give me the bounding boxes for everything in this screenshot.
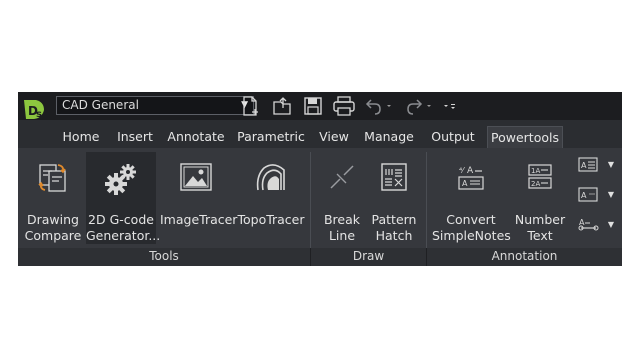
gcode-generator-label: 2D G-code Generator... (86, 212, 161, 244)
convert-simplenotes-line2: SimpleNotes (432, 228, 511, 243)
svg-text:A: A (581, 191, 587, 200)
svg-text:2A: 2A (531, 180, 540, 188)
pattern-hatch-line2: Hatch (375, 228, 413, 243)
convert-simplenotes-line1: Convert (446, 212, 496, 227)
cad-application: D s CAD General ▼ Home Insert Annotate P… (18, 92, 622, 266)
leader-button[interactable]: A ▼ (578, 216, 614, 236)
tab-view[interactable]: View (314, 126, 354, 148)
text-field-icon: A (578, 187, 598, 202)
svg-text:⁴⁄: ⁴⁄ (459, 166, 465, 175)
gcode-generator-button[interactable]: 2D G-code Generator... (86, 152, 161, 244)
topo-tracer-line1: TopoTracer (237, 212, 305, 227)
tab-insert[interactable]: Insert (112, 126, 158, 148)
svg-text:A: A (462, 179, 468, 188)
ribbon-tabs: Home Insert Annotate Parametric View Man… (18, 126, 622, 148)
footer-divider (426, 248, 427, 266)
convert-simplenotes-label: Convert SimpleNotes (432, 212, 511, 244)
text-align-button[interactable]: A ▼ (578, 156, 614, 176)
print-icon[interactable] (332, 96, 356, 116)
chevron-down-icon: ▼ (607, 190, 614, 199)
drawing-compare-icon (36, 162, 70, 198)
workspace-dropdown[interactable]: CAD General ▼ (56, 96, 254, 115)
group-label-annotation: Annotation (491, 249, 558, 263)
app-logo-icon[interactable]: D s (22, 96, 48, 122)
save-icon[interactable] (303, 96, 323, 116)
chevron-down-icon: ▼ (607, 160, 614, 169)
convert-notes-icon: ⁴⁄ A A (456, 162, 486, 196)
ribbon-panel: Drawing Compare 2D G-code Generator... I… (18, 148, 622, 266)
tab-parametric[interactable]: Parametric (234, 126, 308, 148)
tab-manage[interactable]: Manage (360, 126, 418, 148)
customize-toolbar-icon[interactable] (441, 96, 457, 116)
group-label-draw: Draw (352, 249, 385, 263)
open-file-icon[interactable] (272, 96, 294, 116)
gcode-generator-line1: 2D G-code (88, 212, 154, 227)
topography-icon (254, 162, 288, 198)
break-line-icon (327, 162, 357, 196)
number-text-line2: Text (527, 228, 553, 243)
number-text-label: Number Text (512, 212, 568, 244)
panel-divider (310, 152, 311, 260)
workspace-dropdown-value: CAD General (62, 98, 139, 112)
svg-text:s: s (36, 109, 42, 120)
svg-text:A: A (467, 166, 474, 176)
chevron-down-icon: ▼ (607, 220, 614, 229)
image-tracer-button[interactable]: ImageTracer (160, 152, 238, 244)
image-icon (179, 162, 213, 196)
drawing-compare-line1: Drawing (27, 212, 79, 227)
break-line-line2: Line (328, 228, 356, 243)
svg-text:1A: 1A (531, 167, 540, 175)
leader-icon: A (578, 218, 599, 231)
text-field-button[interactable]: A ▼ (578, 186, 614, 206)
undo-icon[interactable] (365, 96, 393, 116)
svg-text:A: A (579, 218, 585, 227)
pattern-hatch-button[interactable]: Pattern Hatch (368, 152, 420, 244)
new-file-icon[interactable] (242, 96, 260, 116)
tab-output[interactable]: Output (424, 126, 482, 148)
convert-simplenotes-button[interactable]: ⁴⁄ A A Convert SimpleNotes (432, 152, 511, 244)
drawing-compare-line2: Compare (24, 228, 82, 243)
drawing-compare-label: Drawing Compare (22, 212, 84, 244)
number-text-line1: Number (514, 212, 566, 227)
break-line-button[interactable]: Break Line (318, 152, 366, 244)
group-label-tools: Tools (149, 249, 179, 263)
redo-icon[interactable] (406, 96, 434, 116)
topo-tracer-button[interactable]: TopoTracer (236, 152, 306, 244)
break-line-line1: Break (323, 212, 361, 227)
tab-powertools[interactable]: Powertools (487, 126, 563, 148)
image-tracer-label: ImageTracer (160, 212, 238, 228)
quick-access-toolbar: D s CAD General ▼ (18, 92, 622, 120)
topo-tracer-label: TopoTracer (236, 212, 306, 228)
text-align-icon: A (578, 157, 598, 172)
tab-annotate[interactable]: Annotate (164, 126, 228, 148)
gcode-generator-line2: Generator... (86, 228, 161, 243)
drawing-compare-button[interactable]: Drawing Compare (22, 152, 84, 244)
pattern-hatch-line1: Pattern (371, 212, 417, 227)
tab-home[interactable]: Home (56, 126, 106, 148)
image-tracer-line1: ImageTracer (160, 212, 238, 227)
pattern-hatch-icon (380, 162, 408, 196)
number-text-icon: 1A 2A (525, 162, 555, 196)
pattern-hatch-label: Pattern Hatch (368, 212, 420, 244)
break-line-label: Break Line (318, 212, 366, 244)
gears-icon (103, 162, 139, 200)
footer-divider (310, 248, 311, 266)
panel-divider (426, 152, 427, 260)
svg-text:A: A (581, 161, 587, 170)
number-text-button[interactable]: 1A 2A Number Text (512, 152, 568, 244)
